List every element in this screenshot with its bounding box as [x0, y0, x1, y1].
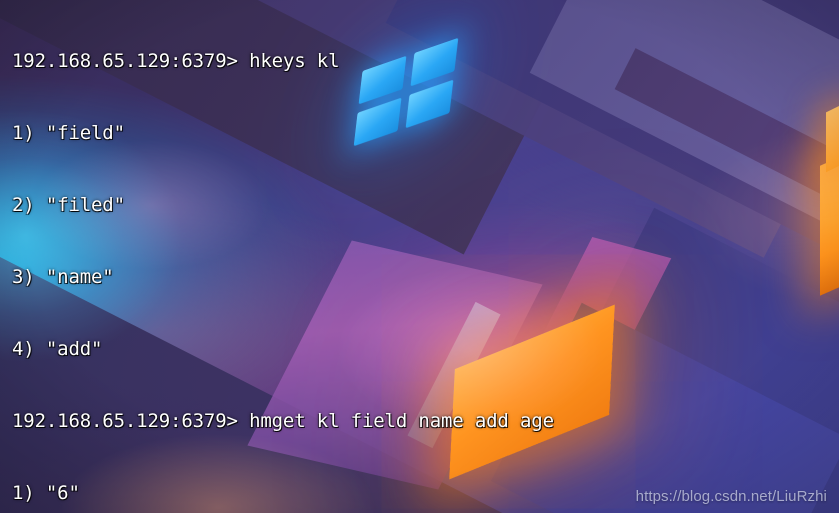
terminal-line: 4) "add"	[12, 338, 103, 360]
terminal-line: 1) "field"	[12, 122, 125, 144]
terminal-line: 192.168.65.129:6379> hkeys kl	[12, 50, 340, 72]
terminal-output[interactable]: 192.168.65.129:6379> hkeys kl 1) "field"…	[0, 0, 839, 513]
terminal-line: 192.168.65.129:6379> hmget kl field name…	[12, 410, 554, 432]
blog-watermark: https://blog.csdn.net/LiuRzhi	[635, 488, 827, 505]
terminal-line: 3) "name"	[12, 266, 114, 288]
screen: 192.168.65.129:6379> hkeys kl 1) "field"…	[0, 0, 839, 513]
terminal-line: 2) "filed"	[12, 194, 125, 216]
